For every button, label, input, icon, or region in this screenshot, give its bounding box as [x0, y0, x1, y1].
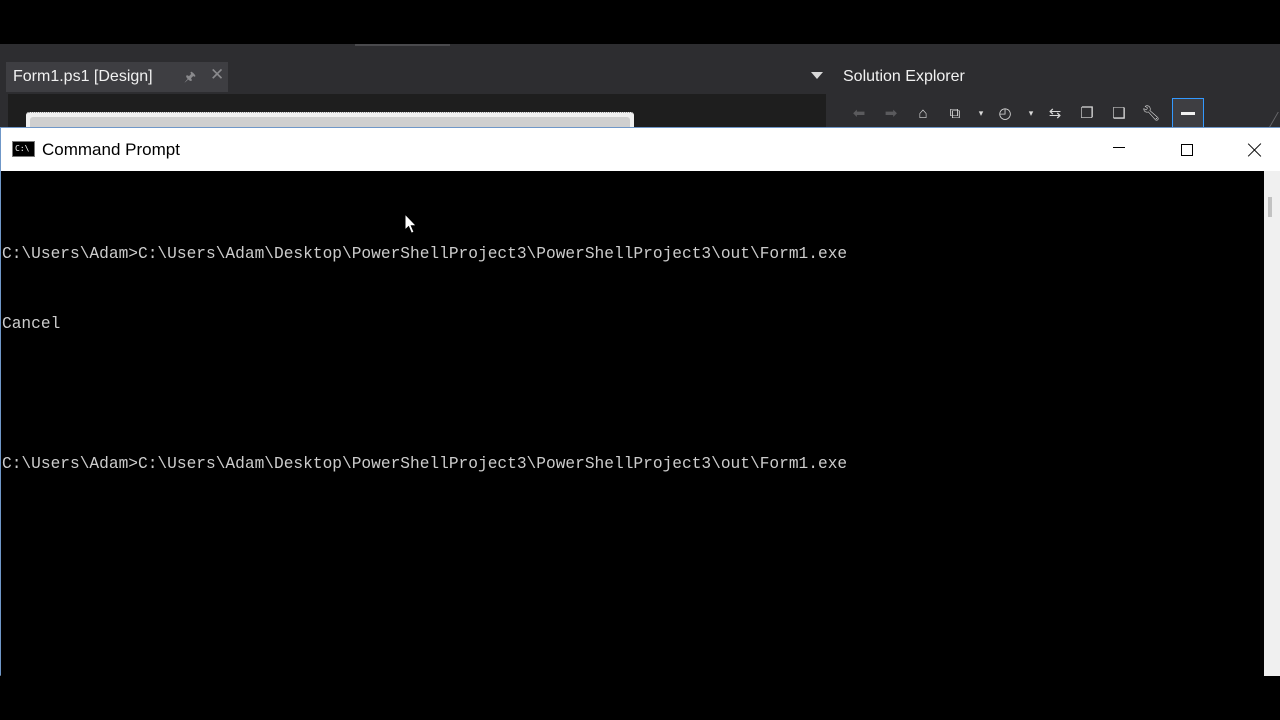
console-lines: C:\Users\Adam>C:\Users\Adam\Desktop\Powe…	[2, 196, 847, 524]
close-icon	[1247, 142, 1263, 158]
back-icon[interactable]: ⬅︎	[848, 102, 870, 124]
cmd-app-icon[interactable]: C:\	[12, 141, 35, 157]
cmd-title-bar[interactable]: C:\ Command Prompt	[1, 128, 1280, 171]
document-tab-label: Form1.ps1 [Design]	[13, 68, 153, 85]
vs-title-strip	[0, 0, 1280, 44]
maximize-button[interactable]	[1153, 128, 1221, 171]
chevron-down-icon[interactable]: ▾	[976, 102, 986, 124]
close-icon[interactable]: ✕	[210, 65, 224, 85]
console-line: C:\Users\Adam>C:\Users\Adam\Desktop\Powe…	[2, 244, 848, 263]
show-all-files-icon[interactable]: ❑	[1108, 102, 1130, 124]
solution-explorer-toolbar: ⬅︎ ➡︎ ⌂ ⧉ ▾ ◴ ▾ ⇆ ❐ ❑ 🔧︎	[848, 98, 1204, 128]
maximize-icon	[1181, 143, 1193, 156]
minimize-icon	[1113, 147, 1125, 148]
document-tab-form1-design[interactable]: Form1.ps1 [Design] 🖈︎ ✕	[6, 62, 228, 92]
preview-icon[interactable]	[1172, 98, 1204, 128]
close-button[interactable]	[1221, 128, 1280, 171]
chevron-down-icon[interactable]	[811, 72, 823, 79]
mouse-cursor-icon	[404, 213, 418, 234]
solution-explorer-title: Solution Explorer	[843, 68, 965, 85]
forward-icon[interactable]: ➡︎	[880, 102, 902, 124]
chevron-down-icon[interactable]: ▾	[1026, 102, 1036, 124]
switch-views-icon[interactable]: ⧉	[944, 102, 966, 124]
scrollbar-thumb[interactable]	[1268, 197, 1272, 217]
pending-changes-filter-icon[interactable]: ◴	[994, 102, 1016, 124]
cmd-window-title: Command Prompt	[42, 140, 180, 159]
sync-icon[interactable]: ⇆	[1044, 102, 1066, 124]
pin-icon[interactable]: 🖈︎	[184, 68, 196, 90]
console-output[interactable]: C:\Users\Adam>C:\Users\Adam\Desktop\Powe…	[1, 171, 1264, 676]
console-line: Cancel	[2, 315, 61, 334]
vertical-scrollbar[interactable]	[1264, 171, 1280, 676]
collapse-all-icon[interactable]: ❐	[1076, 102, 1098, 124]
console-line: C:\Users\Adam>C:\Users\Adam\Desktop\Powe…	[2, 455, 848, 474]
home-icon[interactable]: ⌂	[912, 102, 934, 124]
screen: Form1.ps1 [Design] 🖈︎ ✕ Solution Explore…	[0, 0, 1280, 720]
minimize-button[interactable]	[1085, 128, 1153, 171]
properties-icon[interactable]: 🔧︎	[1140, 102, 1162, 124]
command-prompt-window[interactable]: C:\ Command Prompt C:\Users\Adam>C:\User…	[0, 127, 1280, 676]
